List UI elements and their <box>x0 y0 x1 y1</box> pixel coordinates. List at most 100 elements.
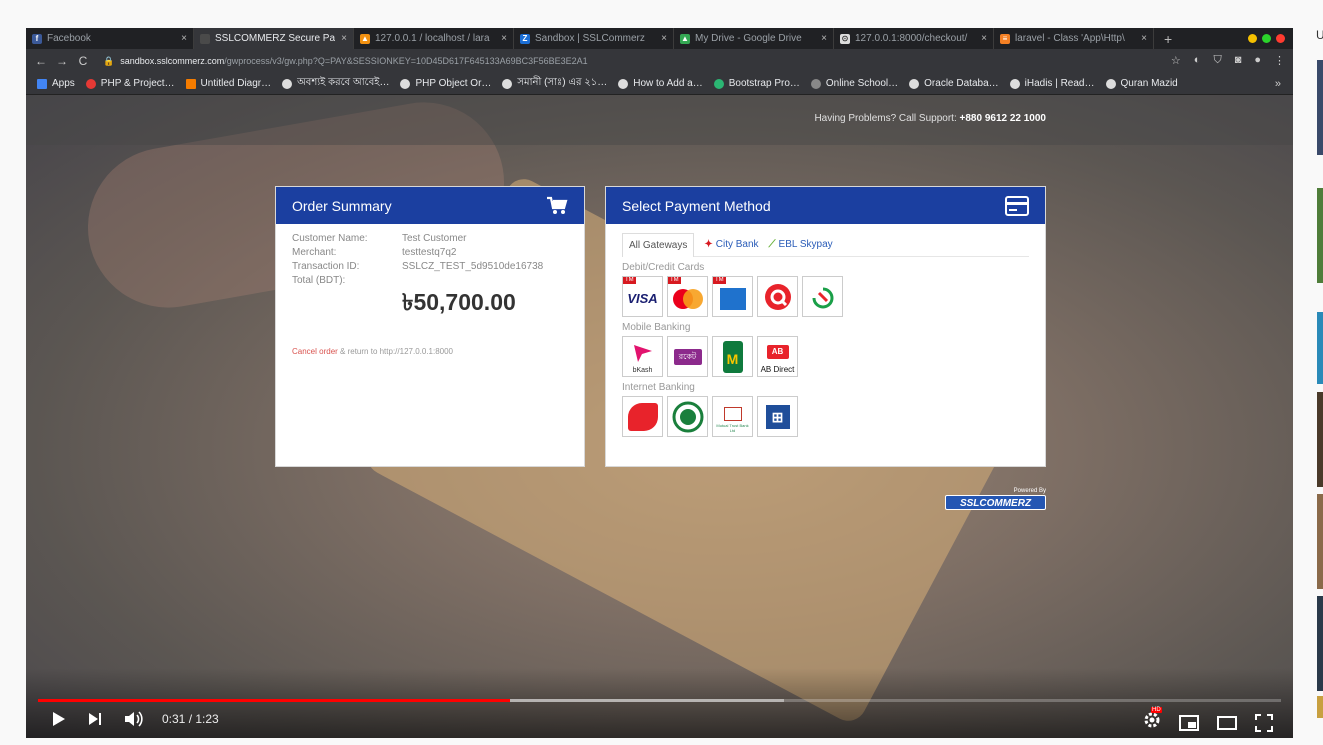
close-window-icon[interactable] <box>1276 34 1285 43</box>
close-tab-icon[interactable]: × <box>501 33 507 44</box>
menu-kebab-icon[interactable]: ⋮ <box>1274 54 1285 67</box>
mcash-method[interactable]: M <box>712 336 753 377</box>
time-display: 0:31 / 1:23 <box>162 712 219 726</box>
bank-asia-logo: ⊞ <box>765 404 790 429</box>
qcash-method[interactable] <box>757 276 798 317</box>
facebook-icon: f <box>32 33 42 44</box>
tab-label: Sandbox | SSLCommerz <box>535 33 645 44</box>
merchant-row: Merchant: testtestq7q2 <box>292 246 584 260</box>
browser-actions: ☆ ◐ ⛉ ◙ ● ⋮ <box>1171 54 1285 67</box>
miniplayer-icon[interactable] <box>1179 714 1199 731</box>
field-label: Total (BDT): <box>292 275 346 286</box>
visa-method[interactable]: TM VISA <box>622 276 663 317</box>
google-drive-icon: ▲ <box>680 33 690 44</box>
browser-tab-facebook[interactable]: f Facebook × <box>26 28 194 49</box>
video-thumbnail[interactable] <box>1317 188 1323 283</box>
ab-bank-logo: AB <box>766 345 789 359</box>
browser-address-bar: ← → C 🔒 sandbox.sslcommerz.com/gwprocess… <box>26 49 1293 73</box>
close-tab-icon[interactable]: × <box>181 33 187 44</box>
browser-tab-phpmyadmin[interactable]: ▲ 127.0.0.1 / localhost / lara × <box>354 28 514 49</box>
diagram-icon <box>185 78 196 89</box>
volume-icon[interactable] <box>124 711 144 727</box>
city-touch-method[interactable] <box>622 396 663 437</box>
shield-icon[interactable]: ⛉ <box>1213 54 1221 67</box>
tab-all-gateways[interactable]: All Gateways <box>622 232 695 257</box>
bank-asia-method[interactable]: ⊞ <box>757 396 798 437</box>
browser-tab-stackoverflow[interactable]: ≡ laravel - Class 'App\Http\ × <box>994 28 1154 49</box>
ab-direct-method[interactable]: AB AB Direct <box>757 336 798 377</box>
bookmark-star-icon[interactable]: ☆ <box>1171 54 1181 67</box>
browser-tab-sslcommerz[interactable]: SSLCOMMERZ Secure Pay × <box>194 28 354 49</box>
url-field[interactable]: 🔒 sandbox.sslcommerz.com/gwprocess/v3/gw… <box>103 56 588 67</box>
video-player[interactable]: f Facebook × SSLCOMMERZ Secure Pay × ▲ 1… <box>26 28 1293 738</box>
camera-icon[interactable]: ◙ <box>1235 54 1242 67</box>
mastercard-method[interactable]: TM <box>667 276 708 317</box>
ibbl-method[interactable] <box>667 396 708 437</box>
video-thumbnail[interactable] <box>1317 696 1323 718</box>
settings-button[interactable]: HD <box>1143 707 1162 734</box>
video-thumbnail[interactable] <box>1317 392 1323 487</box>
globe-icon <box>400 78 411 89</box>
bookmark-item[interactable]: Quran Mazid <box>1105 78 1178 89</box>
back-icon[interactable]: ← <box>35 54 47 68</box>
amex-logo <box>719 288 746 310</box>
video-thumbnail[interactable] <box>1317 596 1323 691</box>
browser-tab-google-drive[interactable]: ▲ My Drive - Google Drive × <box>674 28 834 49</box>
tab-city-bank[interactable]: ✦ City Bank <box>704 239 758 250</box>
school-icon <box>810 78 821 89</box>
browser-tab-sandbox[interactable]: Z Sandbox | SSLCommerz × <box>514 28 674 49</box>
tab-label: My Drive - Google Drive <box>695 33 802 44</box>
bookmark-item[interactable]: PHP Object Or… <box>400 78 491 89</box>
bookmark-label: PHP Object Or… <box>415 78 492 89</box>
bookmark-item[interactable]: Online School… <box>810 78 898 89</box>
video-thumbnail[interactable] <box>1317 494 1323 589</box>
bookmark-item[interactable]: How to Add a… <box>618 78 703 89</box>
mobile-methods-grid[interactable]: bKash রকেট M AB AB Direct <box>622 336 1045 377</box>
url-path: /gwprocess/v3/gw.php?Q=PAY&SESSIONKEY=10… <box>224 56 588 66</box>
play-icon[interactable] <box>52 711 66 727</box>
bookmark-item[interactable]: অবশ্যই করবে আবেই… <box>282 75 389 92</box>
section-debit-credit-cards: Debit/Credit Cards <box>622 262 705 273</box>
globe-icon: ⊙ <box>840 33 850 44</box>
tab-ebl-skypay[interactable]: ⟋ EBL Skypay <box>769 239 833 250</box>
rocket-method[interactable]: রকেট <box>667 336 708 377</box>
close-tab-icon[interactable]: × <box>341 33 347 44</box>
bookmark-item[interactable]: Oracle Databa… <box>909 78 999 89</box>
bookmark-item[interactable]: PHP & Project… <box>85 78 175 89</box>
close-tab-icon[interactable]: × <box>821 33 827 44</box>
video-thumbnail[interactable] <box>1317 312 1323 384</box>
sslcommerz-favicon-icon <box>200 33 210 44</box>
forward-icon[interactable]: → <box>56 54 68 68</box>
bookmark-item[interactable]: সমানী (সাঃ) এর ২১… <box>502 75 607 92</box>
next-icon[interactable] <box>88 712 102 726</box>
progress-bar[interactable] <box>38 699 1281 702</box>
extension-icon[interactable]: ◐ <box>1194 54 1201 67</box>
bookmark-label: Quran Mazid <box>1120 78 1178 89</box>
reload-icon[interactable]: C <box>77 54 89 68</box>
minimize-icon[interactable] <box>1248 34 1257 43</box>
browser-tab-checkout[interactable]: ⊙ 127.0.0.1:8000/checkout/ × <box>834 28 994 49</box>
fullscreen-icon[interactable] <box>1255 713 1273 732</box>
bkash-method[interactable]: bKash <box>622 336 663 377</box>
bookmark-item[interactable]: iHadis | Read… <box>1009 78 1095 89</box>
bookmark-item[interactable]: Untitled Diagr… <box>185 78 271 89</box>
maximize-icon[interactable] <box>1262 34 1271 43</box>
cancel-order-link[interactable]: Cancel order <box>292 347 338 356</box>
new-tab-button[interactable]: + <box>1164 31 1172 47</box>
close-tab-icon[interactable]: × <box>1141 33 1147 44</box>
globe-icon <box>282 78 293 89</box>
profile-avatar-icon[interactable]: ● <box>1254 54 1261 67</box>
close-tab-icon[interactable]: × <box>981 33 987 44</box>
mtb-logo <box>723 406 742 421</box>
nexuspay-method[interactable] <box>802 276 843 317</box>
amex-method[interactable]: TM <box>712 276 753 317</box>
bookmark-item[interactable]: Bootstrap Pro… <box>713 78 800 89</box>
bookmarks-overflow-button[interactable]: » <box>1275 78 1281 90</box>
bookmark-item[interactable]: Apps <box>37 78 75 89</box>
checkout-page: Having Problems? Call Support: +880 9612… <box>26 95 1293 738</box>
theater-mode-icon[interactable] <box>1217 715 1237 730</box>
mutual-trust-bank-method[interactable]: Mutual Trust Bank Ltd <box>712 396 753 437</box>
close-tab-icon[interactable]: × <box>661 33 667 44</box>
powered-by-badge: Powered By SSLCOMMERZ <box>945 488 1046 516</box>
video-thumbnail[interactable] <box>1317 60 1323 155</box>
